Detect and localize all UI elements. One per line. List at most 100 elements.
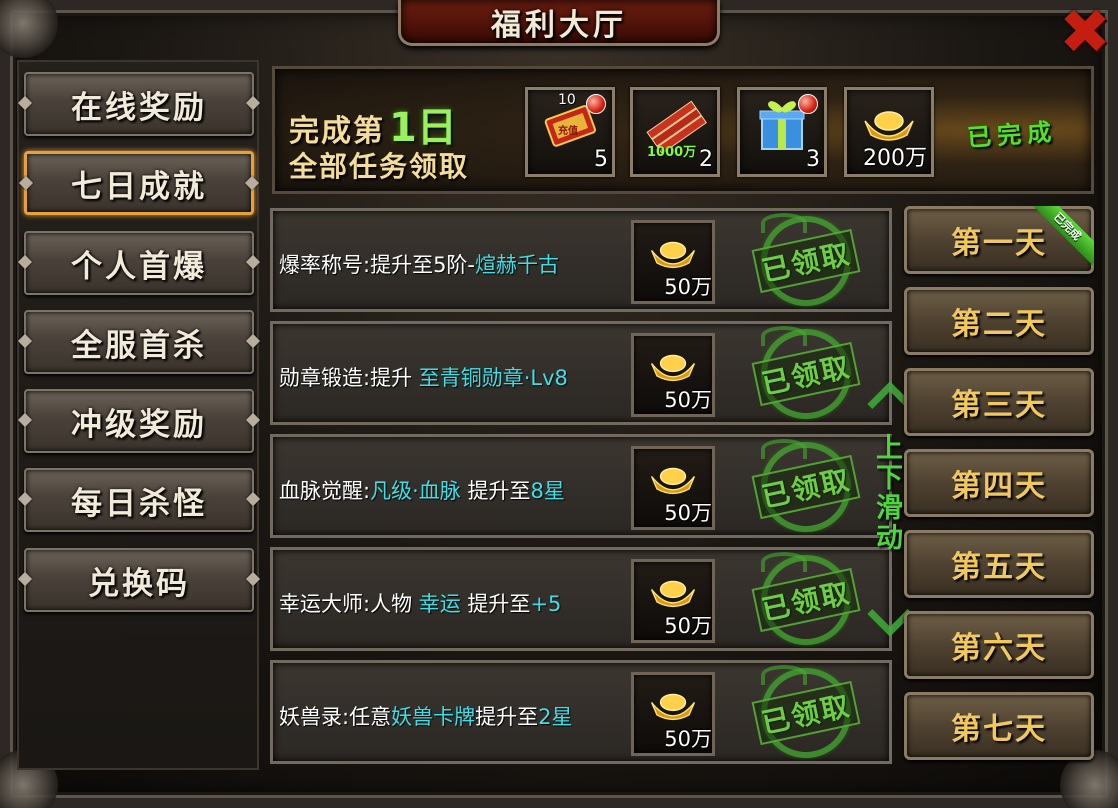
day-tab-label: 第七天 bbox=[951, 712, 1047, 747]
sidebar-item-label: 冲级奖励 bbox=[71, 406, 207, 443]
task-highlight: 凡级·血脉 bbox=[370, 479, 461, 503]
close-icon: ✖ bbox=[1059, 0, 1111, 68]
task-row: 勋章锻造:提升 至青铜勋章·Lv8 50万 已领取 bbox=[270, 321, 892, 425]
claimed-stamp: 已领取 bbox=[751, 326, 861, 422]
reward-tag: 1000万 bbox=[647, 145, 697, 160]
card-label: 充值 bbox=[558, 124, 578, 137]
reward-qty: 200万 bbox=[863, 146, 927, 171]
day-tab-label: 第六天 bbox=[951, 631, 1047, 666]
sidebar-item-online-reward[interactable]: 在线奖励 bbox=[24, 72, 254, 136]
scroll-hint-label: 上下滑动 bbox=[876, 433, 903, 554]
claimed-stamp: 已领取 bbox=[751, 439, 861, 535]
sidebar-item-label: 每日杀怪 bbox=[71, 485, 207, 522]
task-label: 妖兽录:任意 bbox=[279, 705, 392, 729]
dragon-emblem-icon bbox=[761, 439, 807, 459]
task-highlight: 幸运 bbox=[418, 592, 461, 616]
completed-badge: 已完成 bbox=[1034, 206, 1094, 266]
banner-reward-slot[interactable]: 充值 10 5 bbox=[525, 87, 615, 177]
notification-dot-icon bbox=[798, 94, 818, 114]
task-label: 幸运大师:人物 bbox=[279, 592, 419, 616]
sidebar-item-label: 在线奖励 bbox=[71, 89, 207, 126]
task-suffix: 提升至 bbox=[460, 592, 531, 616]
close-button[interactable]: ✖ bbox=[1058, 0, 1112, 68]
window-title: 福利大厅 bbox=[491, 7, 627, 43]
day-tab-6[interactable]: 第六天 bbox=[904, 611, 1094, 679]
task-reward-slot[interactable]: 50万 bbox=[631, 559, 715, 643]
task-description: 妖兽录:任意妖兽卡牌提升至2星 bbox=[279, 701, 572, 731]
day-tab-2[interactable]: 第二天 bbox=[904, 287, 1094, 355]
task-description: 勋章锻造:提升 至青铜勋章·Lv8 bbox=[279, 362, 568, 392]
task-highlight: 妖兽卡牌 bbox=[391, 705, 476, 729]
dragon-emblem-icon bbox=[761, 213, 807, 233]
sidebar-item-first-kill[interactable]: 全服首杀 bbox=[24, 310, 254, 374]
reward-qty: 3 bbox=[806, 147, 820, 172]
task-highlight: 8星 bbox=[530, 479, 565, 503]
sidebar-item-label: 全服首杀 bbox=[71, 327, 207, 364]
task-reward-slot[interactable]: 50万 bbox=[631, 446, 715, 530]
card-value-badge: 10 bbox=[558, 92, 576, 108]
task-row: 妖兽录:任意妖兽卡牌提升至2星 50万 已领取 bbox=[270, 660, 892, 764]
task-highlight: 煊赫千古 bbox=[475, 253, 560, 277]
notification-dot-icon bbox=[586, 94, 606, 114]
task-highlight: +5 bbox=[530, 592, 562, 616]
task-row: 幸运大师:人物 幸运 提升至+5 50万 已领取 bbox=[270, 547, 892, 651]
banner-status: 已完成 bbox=[966, 117, 1059, 153]
sidebar-item-redeem-code[interactable]: 兑换码 bbox=[24, 548, 254, 612]
gold-ingot-icon bbox=[648, 236, 698, 276]
title-plaque: 福利大厅 bbox=[398, 0, 720, 46]
task-description: 幸运大师:人物 幸运 提升至+5 bbox=[279, 588, 561, 618]
sidebar-item-label: 七日成就 bbox=[71, 168, 207, 205]
gold-ingot-icon bbox=[648, 688, 698, 728]
task-row: 血脉觉醒:凡级·血脉 提升至8星 50万 已领取 bbox=[270, 434, 892, 538]
reward-qty: 50万 bbox=[664, 501, 712, 525]
day-tab-label: 第三天 bbox=[951, 388, 1047, 423]
claimed-stamp: 已领取 bbox=[751, 213, 861, 309]
day-tab-label: 第二天 bbox=[951, 307, 1047, 342]
task-reward-slot[interactable]: 50万 bbox=[631, 672, 715, 756]
task-reward-slot[interactable]: 50万 bbox=[631, 220, 715, 304]
claimed-stamp: 已领取 bbox=[751, 552, 861, 648]
banner-subheading: 全部任务领取 bbox=[289, 150, 470, 183]
day-tab-7[interactable]: 第七天 bbox=[904, 692, 1094, 760]
reward-qty: 50万 bbox=[664, 614, 712, 638]
task-row: 爆率称号:提升至5阶-煊赫千古 50万 已领取 bbox=[270, 208, 892, 312]
day-tab-label: 第五天 bbox=[951, 550, 1047, 585]
sidebar: 在线奖励 七日成就 个人首爆 全服首杀 冲级奖励 每日杀怪 兑换码 bbox=[17, 60, 259, 770]
task-highlight: 2星 bbox=[538, 705, 573, 729]
sidebar-item-label: 兑换码 bbox=[88, 565, 190, 602]
banner-prefix: 完成第 bbox=[289, 114, 385, 149]
task-reward-slot[interactable]: 50万 bbox=[631, 333, 715, 417]
sidebar-item-label: 个人首爆 bbox=[71, 248, 207, 285]
sidebar-item-level-reward[interactable]: 冲级奖励 bbox=[24, 389, 254, 453]
day-tab-5[interactable]: 第五天 bbox=[904, 530, 1094, 598]
task-description: 血脉觉醒:凡级·血脉 提升至8星 bbox=[279, 475, 565, 505]
banner-reward-slot[interactable]: 3 bbox=[737, 87, 827, 177]
task-label: 勋章锻造:提升 bbox=[279, 366, 419, 390]
reward-qty: 2 bbox=[699, 147, 713, 172]
task-label: 爆率称号:提升至5阶- bbox=[279, 253, 476, 277]
day-tab-1[interactable]: 第一天 已完成 bbox=[904, 206, 1094, 274]
task-description: 爆率称号:提升至5阶-煊赫千古 bbox=[279, 249, 559, 279]
sidebar-item-daily-kill[interactable]: 每日杀怪 bbox=[24, 468, 254, 532]
day-tab-label: 第一天 bbox=[951, 226, 1047, 261]
reward-qty: 50万 bbox=[664, 275, 712, 299]
gold-ingot-icon bbox=[648, 349, 698, 389]
day-tab-3[interactable]: 第三天 bbox=[904, 368, 1094, 436]
day-tab-4[interactable]: 第四天 bbox=[904, 449, 1094, 517]
banner-reward-slot[interactable]: 200万 bbox=[844, 87, 934, 177]
task-highlight: 至青铜勋章·Lv8 bbox=[418, 366, 568, 390]
reward-qty: 50万 bbox=[664, 727, 712, 751]
gold-ingot-icon bbox=[648, 462, 698, 502]
sidebar-item-seven-day[interactable]: 七日成就 bbox=[24, 151, 254, 215]
banner-reward-slot[interactable]: 1000万 2 bbox=[630, 87, 720, 177]
sidebar-item-first-drop[interactable]: 个人首爆 bbox=[24, 231, 254, 295]
task-list[interactable]: 爆率称号:提升至5阶-煊赫千古 50万 已领取 勋章锻造:提升 至青铜勋章·Lv… bbox=[270, 208, 892, 764]
dragon-emblem-icon bbox=[761, 665, 807, 685]
day-tab-label: 第四天 bbox=[951, 469, 1047, 504]
dragon-emblem-icon bbox=[761, 326, 807, 346]
task-label: 血脉觉醒: bbox=[279, 479, 371, 503]
completed-badge-label: 已完成 bbox=[1034, 206, 1094, 266]
corner-ornament-icon bbox=[0, 0, 58, 58]
reward-qty: 5 bbox=[594, 147, 608, 172]
completion-banner: 完成第 1日 全部任务领取 充值 10 5 1000万 2 3 200万 已完成 bbox=[272, 66, 1094, 194]
